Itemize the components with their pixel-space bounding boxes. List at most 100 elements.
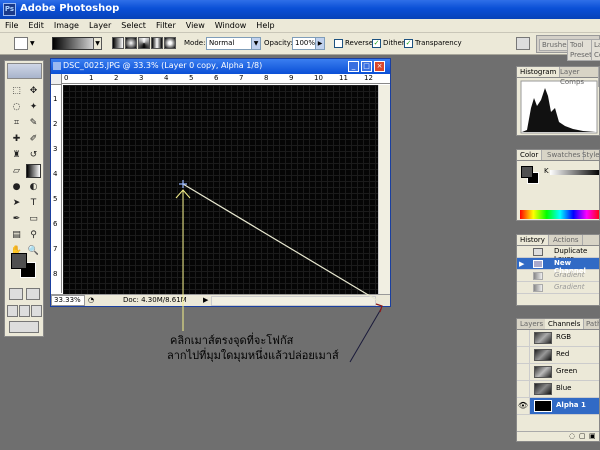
history-brush-tool-icon[interactable]: ↺ [26, 148, 41, 162]
tool-preset-chevron-icon[interactable]: ▼ [30, 40, 39, 53]
type-tool-icon[interactable]: T [26, 196, 41, 210]
tab-history[interactable]: History [517, 235, 549, 245]
tab-channels[interactable]: Channels [545, 319, 585, 329]
reverse-checkbox[interactable] [334, 39, 343, 48]
screen-mode-standard-button[interactable] [7, 305, 18, 317]
channel-row-blue[interactable]: Blue [517, 381, 599, 398]
color-ramp[interactable] [520, 210, 599, 219]
tab-paths[interactable]: Paths [583, 319, 599, 329]
zoom-icon[interactable]: ◔ [88, 296, 94, 304]
mode-select[interactable]: Normal [206, 37, 252, 50]
eyedropper-tool-icon[interactable]: ⚲ [26, 228, 41, 242]
crop-tool-icon[interactable]: ⌗ [9, 116, 24, 130]
standard-mode-button[interactable] [9, 288, 23, 300]
radial-gradient-button[interactable] [125, 37, 137, 49]
vertical-scrollbar[interactable] [378, 85, 390, 294]
visibility-eye-icon[interactable] [517, 330, 530, 346]
visibility-eye-icon[interactable] [517, 364, 530, 380]
dither-checkbox[interactable]: ✓ [372, 39, 381, 48]
marquee-tool-icon[interactable]: ⬚ [9, 84, 24, 98]
channel-row-rgb[interactable]: RGB [517, 330, 599, 347]
notes-tool-icon[interactable]: ▤ [9, 228, 24, 242]
tab-layers[interactable]: Layers [517, 319, 548, 329]
path-selection-tool-icon[interactable]: ➤ [9, 196, 24, 210]
menu-edit[interactable]: Edit [23, 19, 49, 32]
slice-tool-icon[interactable]: ✎ [26, 116, 41, 130]
tab-color[interactable]: Color [517, 150, 543, 160]
close-icon[interactable]: × [374, 61, 385, 72]
history-item-new-channel[interactable]: ▶ New Channel [517, 258, 599, 275]
history-item-duplicate-layer[interactable]: Duplicate Layer [517, 246, 599, 263]
tab-styles[interactable]: Styles [579, 150, 599, 160]
ruler-origin[interactable] [51, 74, 62, 85]
minimize-icon[interactable]: _ [348, 61, 359, 72]
visibility-eye-icon[interactable] [517, 381, 530, 397]
menu-view[interactable]: View [181, 19, 210, 32]
opacity-label: Opacity: [264, 39, 293, 47]
shape-tool-icon[interactable]: ▭ [26, 212, 41, 226]
menu-layer[interactable]: Layer [84, 19, 116, 32]
menu-window[interactable]: Window [210, 19, 252, 32]
maximize-icon[interactable]: □ [361, 61, 372, 72]
visibility-eye-icon[interactable]: 👁 [517, 398, 530, 414]
screen-mode-full-menu-button[interactable] [19, 305, 30, 317]
menu-file[interactable]: File [0, 19, 23, 32]
pen-tool-icon[interactable]: ✒ [9, 212, 24, 226]
tool-preset-picker[interactable] [14, 37, 28, 50]
menu-filter[interactable]: Filter [151, 19, 181, 32]
reflected-gradient-button[interactable] [151, 37, 163, 49]
angle-gradient-button[interactable] [138, 37, 150, 49]
dodge-tool-icon[interactable]: ◐ [26, 180, 41, 194]
linear-gradient-button[interactable] [112, 37, 124, 49]
mode-chevron-down-icon[interactable]: ▼ [251, 37, 261, 50]
diamond-gradient-button[interactable] [164, 37, 176, 49]
move-tool-icon[interactable]: ✥ [26, 84, 41, 98]
channel-row-alpha-1[interactable]: 👁 Alpha 1 [517, 398, 599, 415]
opacity-chevron-icon[interactable]: ▶ [315, 37, 325, 50]
tab-histogram[interactable]: Histogram [517, 67, 561, 77]
ruler-tick-label: 3 [53, 145, 58, 153]
screen-mode-full-button[interactable] [31, 305, 42, 317]
gradient-tool-icon[interactable] [26, 164, 41, 178]
magic-wand-tool-icon[interactable]: ✦ [26, 100, 41, 114]
foreground-color-swatch[interactable] [11, 253, 27, 269]
new-channel-icon[interactable]: ▢ [579, 432, 586, 440]
file-browser-icon[interactable] [516, 37, 530, 50]
jump-to-imageready-button[interactable] [9, 321, 39, 333]
menu-image[interactable]: Image [49, 19, 84, 32]
history-item-gradient[interactable]: Gradient [517, 282, 599, 294]
horizontal-ruler[interactable]: 0 1 2 3 4 5 6 7 8 9 10 11 12 [62, 74, 390, 84]
adobe-feather-icon[interactable] [7, 63, 42, 79]
tab-layer-comps[interactable]: Layer Comps [557, 67, 599, 87]
trash-icon[interactable]: ▣ [589, 432, 596, 440]
menu-help[interactable]: Help [251, 19, 279, 32]
horizontal-scrollbar[interactable] [211, 296, 376, 306]
vertical-ruler[interactable]: 1 2 3 4 5 6 7 8 [51, 85, 62, 293]
channel-row-green[interactable]: Green [517, 364, 599, 381]
document-title-bar[interactable]: DSC_0025.JPG @ 33.3% (Layer 0 copy, Alph… [51, 59, 390, 74]
image-canvas[interactable] [63, 85, 378, 294]
blur-tool-icon[interactable]: ● [9, 180, 24, 194]
status-menu-arrow-icon[interactable]: ▶ [203, 296, 208, 304]
visibility-eye-icon[interactable] [517, 347, 530, 363]
gradient-dropdown-chevron-icon[interactable]: ▼ [93, 37, 102, 50]
transparency-checkbox[interactable]: ✓ [404, 39, 413, 48]
lasso-tool-icon[interactable]: ◌ [9, 100, 24, 114]
well-tab-layer-comps[interactable]: Layer Comps [591, 39, 600, 61]
brush-tool-icon[interactable]: ✐ [26, 132, 41, 146]
eraser-tool-icon[interactable]: ▱ [9, 164, 24, 178]
healing-brush-tool-icon[interactable]: ✚ [9, 132, 24, 146]
menu-select[interactable]: Select [116, 19, 151, 32]
quick-mask-mode-button[interactable] [26, 288, 40, 300]
clone-stamp-tool-icon[interactable]: ♜ [9, 148, 24, 162]
history-item-gradient[interactable]: Gradient [517, 270, 599, 282]
zoom-tool-icon[interactable]: 🔍 [26, 244, 41, 258]
channels-footer: ◌ ▢ ▣ [517, 431, 599, 441]
opacity-input[interactable]: 100% [292, 37, 316, 50]
zoom-level-field[interactable]: 33.33% [51, 295, 85, 306]
channel-row-red[interactable]: Red [517, 347, 599, 364]
tab-actions[interactable]: Actions [550, 235, 583, 245]
k-slider[interactable] [550, 170, 599, 175]
color-fg-swatch[interactable] [521, 166, 533, 178]
load-selection-icon[interactable]: ◌ [569, 432, 575, 440]
